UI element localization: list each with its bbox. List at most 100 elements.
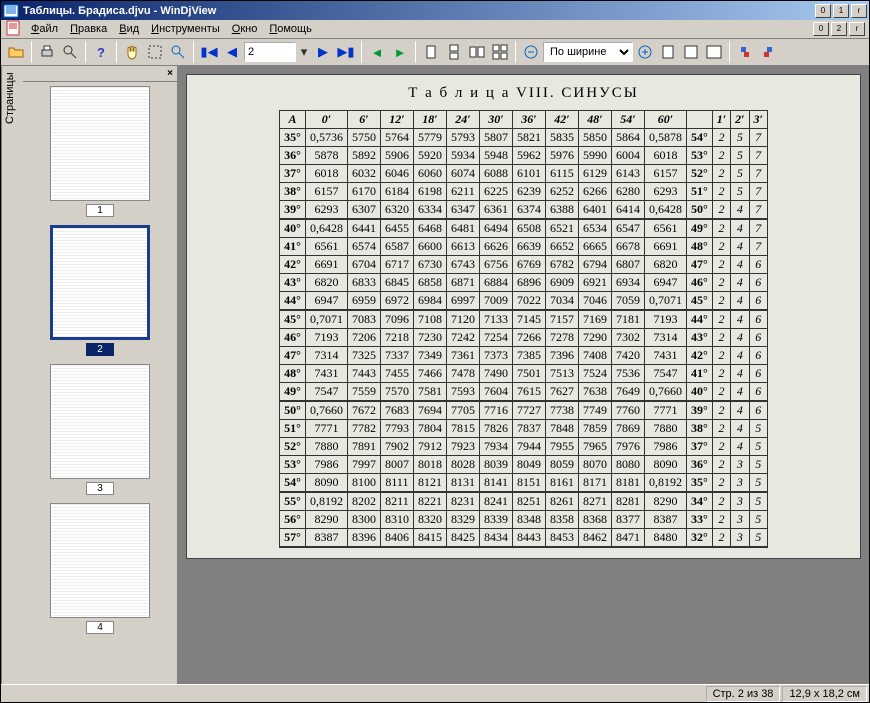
table-cell: 7749 bbox=[578, 401, 611, 420]
table-cell: 2 bbox=[712, 492, 730, 511]
single-page-button[interactable] bbox=[420, 41, 442, 63]
continuous-facing-button[interactable] bbox=[489, 41, 511, 63]
table-cell: 6858 bbox=[413, 274, 446, 292]
table-cell: 8406 bbox=[380, 529, 413, 548]
menu-file[interactable]: Файл bbox=[25, 22, 64, 36]
open-button[interactable] bbox=[5, 41, 27, 63]
menu-window[interactable]: Окно bbox=[226, 22, 264, 36]
page-number-input[interactable] bbox=[244, 42, 296, 62]
menu-help[interactable]: Помощь bbox=[263, 22, 318, 36]
table-cell: 8039 bbox=[479, 456, 512, 474]
table-cell: 8090 bbox=[644, 456, 686, 474]
table-cell: 6455 bbox=[380, 219, 413, 238]
table-cell: 2 bbox=[712, 401, 730, 420]
table-cell: 4 bbox=[731, 219, 749, 238]
table-cell: 5962 bbox=[512, 147, 545, 165]
table-cell: 5864 bbox=[611, 129, 644, 147]
column-header: 12′ bbox=[380, 111, 413, 129]
table-cell: 37° bbox=[280, 165, 306, 183]
menu-edit[interactable]: Правка bbox=[64, 22, 113, 36]
table-cell: 7804 bbox=[413, 420, 446, 438]
table-cell: 6845 bbox=[380, 274, 413, 292]
hand-tool-button[interactable] bbox=[121, 41, 143, 63]
status-page: Стр. 2 из 38 bbox=[706, 686, 781, 702]
first-page-button[interactable]: ▮◀ bbox=[198, 41, 220, 63]
table-cell: 6074 bbox=[446, 165, 479, 183]
table-cell: 4 bbox=[731, 310, 749, 329]
menu-tools[interactable]: Инструменты bbox=[145, 22, 226, 36]
zoom-select[interactable]: По ширине bbox=[543, 42, 633, 62]
document-scroll-area[interactable]: Т а б л и ц а VIII. СИНУСЫ A0′6′12′18′24… bbox=[178, 66, 869, 684]
table-cell: 6984 bbox=[413, 292, 446, 311]
forward-button[interactable]: ► bbox=[389, 41, 411, 63]
find-button[interactable] bbox=[59, 41, 81, 63]
actual-size-button[interactable] bbox=[703, 41, 725, 63]
table-cell: 6997 bbox=[446, 292, 479, 311]
table-cell: 6293 bbox=[305, 201, 347, 220]
zoom-in-button[interactable] bbox=[634, 41, 656, 63]
table-cell: 4 bbox=[731, 238, 749, 256]
table-cell: 7513 bbox=[545, 365, 578, 383]
mdi-minimize-button[interactable]: 0 bbox=[813, 22, 829, 36]
table-cell: 7431 bbox=[305, 365, 347, 383]
table-cell: 7 bbox=[749, 147, 767, 165]
table-cell: 7361 bbox=[446, 347, 479, 365]
continuous-button[interactable] bbox=[443, 41, 465, 63]
column-header: 24′ bbox=[446, 111, 479, 129]
sidebar-close-button[interactable]: × bbox=[167, 68, 173, 79]
back-button[interactable]: ◄ bbox=[366, 41, 388, 63]
thumbnail[interactable]: 2 bbox=[27, 225, 173, 356]
maximize-button[interactable]: 1 bbox=[833, 4, 849, 18]
table-cell: 8059 bbox=[545, 456, 578, 474]
table-cell: 57° bbox=[280, 529, 306, 548]
table-cell: 5948 bbox=[479, 147, 512, 165]
thumbnails-list[interactable]: 1234 bbox=[23, 82, 177, 684]
column-header bbox=[686, 111, 712, 129]
rotate-right-button[interactable] bbox=[757, 41, 779, 63]
rotate-left-button[interactable] bbox=[734, 41, 756, 63]
prev-page-button[interactable]: ◀ bbox=[221, 41, 243, 63]
table-cell: 0,7071 bbox=[305, 310, 347, 329]
thumbnail[interactable]: 1 bbox=[27, 86, 173, 217]
table-cell: 3 bbox=[731, 529, 749, 548]
page-dropdown-button[interactable]: ▾ bbox=[297, 41, 311, 63]
table-cell: 54° bbox=[686, 129, 712, 147]
table-cell: 5976 bbox=[545, 147, 578, 165]
close-button[interactable]: r bbox=[851, 4, 867, 18]
fit-width-button[interactable] bbox=[657, 41, 679, 63]
table-cell: 2 bbox=[712, 329, 730, 347]
table-cell: 8090 bbox=[305, 474, 347, 493]
table-cell: 2 bbox=[712, 292, 730, 311]
table-cell: 3 bbox=[731, 492, 749, 511]
table-cell: 7627 bbox=[545, 383, 578, 402]
table-cell: 7976 bbox=[611, 438, 644, 456]
table-cell: 34° bbox=[686, 492, 712, 511]
table-cell: 8348 bbox=[512, 511, 545, 529]
zoom-out-button[interactable] bbox=[520, 41, 542, 63]
sidebar-tab-pages[interactable]: Страницы bbox=[1, 66, 23, 684]
facing-button[interactable] bbox=[466, 41, 488, 63]
table-cell: 7408 bbox=[578, 347, 611, 365]
magnify-tool-button[interactable] bbox=[167, 41, 189, 63]
mdi-restore-button[interactable]: 2 bbox=[831, 22, 847, 36]
fit-page-button[interactable] bbox=[680, 41, 702, 63]
help-button[interactable]: ? bbox=[90, 41, 112, 63]
thumbnail[interactable]: 3 bbox=[27, 364, 173, 495]
table-cell: 51° bbox=[280, 420, 306, 438]
column-header: 48′ bbox=[578, 111, 611, 129]
table-cell: 7 bbox=[749, 165, 767, 183]
mdi-close-button[interactable]: r bbox=[849, 22, 865, 36]
table-cell: 2 bbox=[712, 256, 730, 274]
select-tool-button[interactable] bbox=[144, 41, 166, 63]
table-cell: 7443 bbox=[347, 365, 380, 383]
table-cell: 6 bbox=[749, 256, 767, 274]
table-cell: 36° bbox=[686, 456, 712, 474]
thumbnail[interactable]: 4 bbox=[27, 503, 173, 634]
last-page-button[interactable]: ▶▮ bbox=[335, 41, 357, 63]
next-page-button[interactable]: ▶ bbox=[312, 41, 334, 63]
menu-view[interactable]: Вид bbox=[113, 22, 145, 36]
table-cell: 7760 bbox=[611, 401, 644, 420]
print-button[interactable] bbox=[36, 41, 58, 63]
minimize-button[interactable]: 0 bbox=[815, 4, 831, 18]
table-cell: 7157 bbox=[545, 310, 578, 329]
